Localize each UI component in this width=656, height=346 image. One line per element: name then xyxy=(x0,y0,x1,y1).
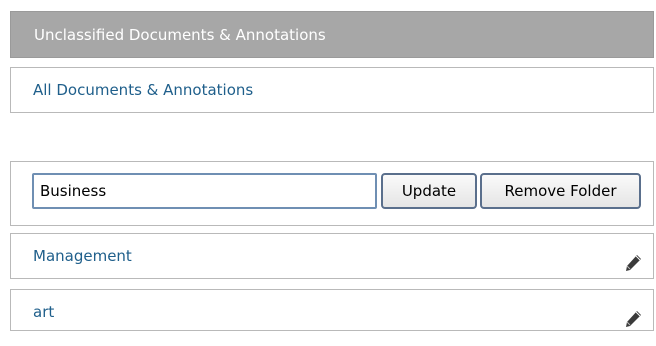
folder-item-label[interactable]: art xyxy=(33,303,54,321)
all-documents-label[interactable]: All Documents & Annotations xyxy=(33,81,253,99)
folder-item[interactable]: Management xyxy=(10,233,654,279)
folder-item[interactable]: art xyxy=(10,289,654,331)
folder-edit-row: Update Remove Folder xyxy=(10,161,654,226)
update-button[interactable]: Update xyxy=(381,173,477,209)
section-header: Unclassified Documents & Annotations xyxy=(10,11,654,58)
all-documents-link[interactable]: All Documents & Annotations xyxy=(10,67,654,113)
pencil-icon[interactable] xyxy=(623,246,643,271)
pencil-icon[interactable] xyxy=(623,302,643,327)
remove-folder-button[interactable]: Remove Folder xyxy=(480,173,641,209)
folder-name-input[interactable] xyxy=(32,173,377,209)
section-header-title: Unclassified Documents & Annotations xyxy=(34,26,326,44)
folder-item-label[interactable]: Management xyxy=(33,247,132,265)
